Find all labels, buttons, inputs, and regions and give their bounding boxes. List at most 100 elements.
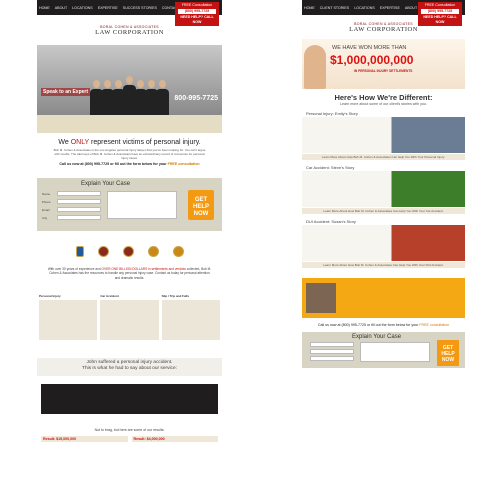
- phone-field[interactable]: [57, 199, 101, 204]
- nav-home[interactable]: Home: [304, 6, 315, 10]
- city-field[interactable]: [57, 215, 101, 220]
- result-label: Result: $4,000,000: [131, 435, 218, 442]
- name-field[interactable]: [57, 191, 101, 196]
- landing-page-left: Home About Locations Expertise Success S…: [37, 0, 222, 500]
- name-field[interactable]: [310, 342, 354, 347]
- call-line: Call us now at (800) 995-7725 or fill ou…: [302, 323, 465, 327]
- headline-suffix: represent victims of personal injury.: [89, 139, 201, 146]
- cta-help: NEED HELP? CALL NOW: [180, 15, 214, 24]
- nav-locations[interactable]: Locations: [354, 6, 375, 10]
- get-help-now-button[interactable]: GET HELP NOW: [437, 340, 459, 366]
- phone-label: Phone: [42, 200, 51, 204]
- get-help-now-button[interactable]: GET HELP NOW: [188, 190, 214, 220]
- practice-personal-injury[interactable]: Personal Injury: [39, 293, 98, 340]
- free-consultation-link[interactable]: FREE consultation: [168, 162, 200, 166]
- result-item: Result: $4,000,000: [131, 435, 218, 442]
- nav-about[interactable]: About: [55, 6, 67, 10]
- story-link[interactable]: Learn More About How Bob M. Cohen & Asso…: [302, 262, 465, 268]
- story-title: Car Accident: Steve's Story: [306, 165, 355, 170]
- result-item: Result: $15,000,000: [41, 435, 128, 442]
- email-field[interactable]: [310, 356, 354, 361]
- results-list: Result: $15,000,000 Result: $4,000,000: [37, 432, 222, 442]
- message-field[interactable]: [107, 191, 177, 219]
- cta-phone[interactable]: (800) 995-7725: [421, 9, 459, 14]
- story-title: DUI Accident: Susan's Story: [306, 219, 356, 224]
- name-label: Name: [42, 192, 51, 196]
- email-field[interactable]: [57, 207, 101, 212]
- call-line: Call us now at (800) 995-7725 or fill ou…: [37, 162, 222, 166]
- nav-home[interactable]: Home: [39, 6, 50, 10]
- attorneys-photo: [62, 53, 197, 115]
- call-line-text: Call us now at (800) 995-7725 or fill ou…: [59, 162, 168, 166]
- hero-amount: $1,000,000,000: [330, 53, 414, 67]
- practice-body: [161, 299, 220, 340]
- hero-line3: IN PERSONAL INJURY SETTLEMENTS: [354, 69, 413, 73]
- practice-heading: Slip / Trip and Falls: [161, 293, 189, 298]
- free-consultation-link[interactable]: FREE consultation: [419, 323, 449, 327]
- headline-emphasis: ONLY: [70, 139, 90, 146]
- practice-areas: Personal Injury Car Accident Slip / Trip…: [37, 280, 222, 340]
- testimonial-photo: [306, 283, 336, 313]
- award-seal-icon: [147, 246, 159, 257]
- message-field[interactable]: [360, 342, 430, 362]
- logo-corp: LAW CORPORATION: [95, 28, 164, 36]
- consultation-cta[interactable]: FREE Consultation (800) 995-7725 NEED HE…: [175, 2, 219, 26]
- cta-title: FREE Consultation: [424, 3, 456, 7]
- consultation-cta[interactable]: FREE Consultation (800) 995-7725 NEED HE…: [418, 2, 462, 26]
- cta-phone[interactable]: (800) 995-7725: [178, 9, 216, 14]
- hero-tagline: Speak to an Expert: [41, 88, 91, 96]
- nav-expertise[interactable]: Expertise: [98, 6, 118, 10]
- section-subheading: Learn more about some of our client's st…: [340, 102, 427, 106]
- story-title: Personal Injury: Emily's Story: [306, 111, 358, 116]
- logo-corp: LAW CORPORATION: [349, 25, 418, 33]
- nav-success-stories[interactable]: Success Stories: [123, 6, 157, 10]
- practice-heading: Car Accident: [100, 293, 119, 298]
- divider-band: [37, 115, 222, 133]
- bbb-badge: [75, 246, 84, 257]
- testimonial-line2: This is what he had to say about our ser…: [82, 365, 177, 371]
- experience-text: With over 30 years of experience and OVE…: [37, 257, 222, 280]
- phone-field[interactable]: [310, 349, 354, 354]
- hero-banner: WE HAVE WON MORE THAN $1,000,000,000 IN …: [302, 39, 465, 89]
- testimonial-box: [302, 278, 465, 318]
- nav-client-stories[interactable]: Client Stories: [320, 6, 349, 10]
- award-badges: [37, 246, 222, 257]
- practice-body: [100, 299, 159, 340]
- story-card-emily: [302, 117, 465, 153]
- page-headline: We ONLY represent victims of personal in…: [37, 139, 222, 146]
- nav-about[interactable]: About: [405, 6, 417, 10]
- nav-locations[interactable]: Locations: [72, 6, 93, 10]
- award-seal-icon: [122, 246, 134, 257]
- story-link[interactable]: Learn More About How Bob M. Cohen & Asso…: [302, 208, 465, 214]
- hero-banner: Speak to an Expert 800-995-7725: [37, 45, 222, 115]
- practice-car-accident[interactable]: Car Accident: [100, 293, 159, 340]
- form-title: Explain Your Case: [352, 334, 402, 340]
- award-seal-icon: [172, 246, 184, 257]
- client-photo: [304, 45, 326, 89]
- practice-heading: Personal Injury: [39, 293, 61, 298]
- intro-text: Bob M. Cohen & Associates is the Los Ang…: [53, 148, 206, 160]
- practice-slip-fall[interactable]: Slip / Trip and Falls: [161, 293, 220, 340]
- hero-line1: WE HAVE WON MORE THAN: [332, 45, 407, 51]
- story-link[interactable]: Learn More About How Bob M. Cohen & Asso…: [302, 154, 465, 160]
- cta-title: FREE Consultation: [181, 3, 213, 7]
- section-heading: Here's How We're Different:: [334, 93, 433, 102]
- case-form: Explain Your Case Name Phone Email City …: [37, 178, 222, 231]
- nav-expertise[interactable]: Expertise: [380, 6, 400, 10]
- email-label: Email: [42, 208, 50, 212]
- call-line-text: Call us now at (800) 995-7725 or fill ou…: [317, 323, 420, 327]
- story-card-susan: [302, 225, 465, 261]
- cta-help: NEED HELP? CALL NOW: [423, 15, 457, 24]
- city-label: City: [42, 216, 48, 220]
- headline-prefix: We: [58, 139, 71, 146]
- testimonial-intro: John suffered a personal injury accident…: [37, 357, 222, 376]
- award-seal-icon: [97, 246, 109, 257]
- result-label: Result: $15,000,000: [41, 435, 128, 442]
- form-title: Explain Your Case: [81, 181, 131, 187]
- landing-page-right: Home Client Stories Locations Expertise …: [302, 0, 465, 500]
- practice-body: [39, 299, 98, 340]
- story-card-steve: [302, 171, 465, 207]
- hero-phone[interactable]: 800-995-7725: [174, 95, 218, 102]
- testimonial-box: [41, 383, 218, 414]
- case-form: Explain Your Case GET HELP NOW: [302, 332, 465, 368]
